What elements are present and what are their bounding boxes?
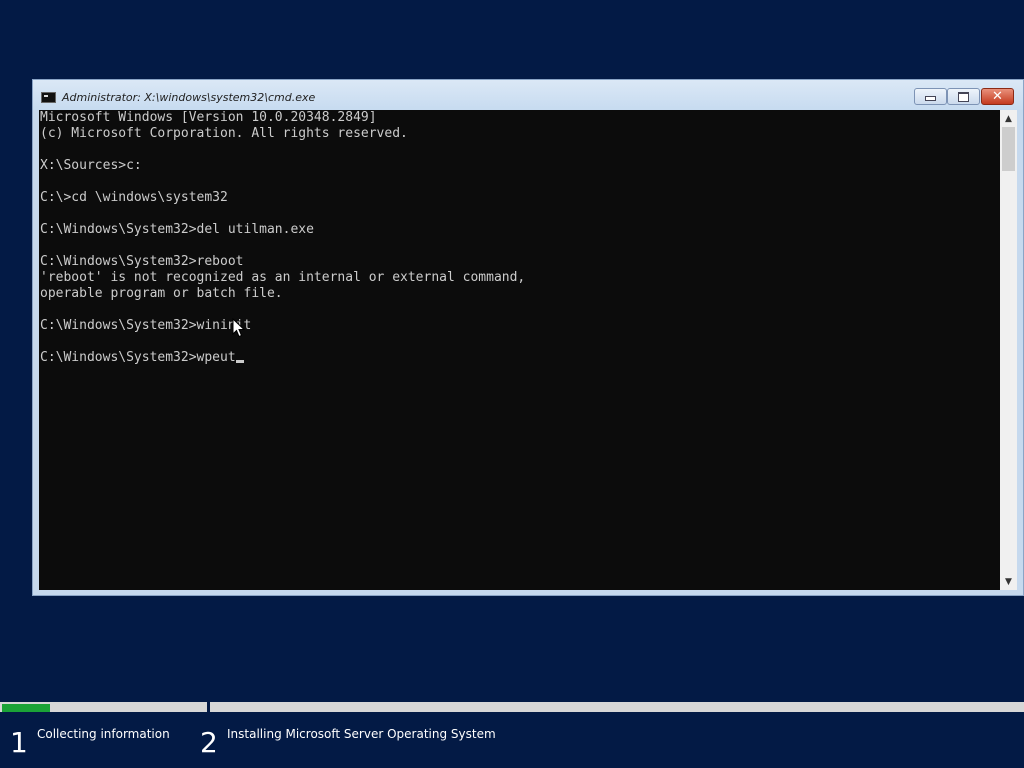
window-title: Administrator: X:\windows\system32\cmd.e… xyxy=(62,91,316,104)
setup-background: Administrator: X:\windows\system32\cmd.e… xyxy=(0,0,1024,768)
scroll-thumb[interactable] xyxy=(1002,127,1015,171)
minimize-icon xyxy=(925,96,936,101)
title-bar[interactable]: Administrator: X:\windows\system32\cmd.e… xyxy=(33,80,1023,110)
current-command[interactable]: C:\Windows\System32>wpeut xyxy=(40,350,236,365)
console-line: C:\Windows\System32>del utilman.exe xyxy=(40,222,314,237)
console-line: C:\Windows\System32>wininit xyxy=(40,318,252,333)
console-lines: Microsoft Windows [Version 10.0.20348.28… xyxy=(40,110,525,366)
step-number: 1 xyxy=(10,726,28,759)
command-input-line[interactable]: C:\Windows\System32>wpeut xyxy=(40,350,525,366)
step-label: Installing Microsoft Server Operating Sy… xyxy=(227,727,496,741)
mouse-pointer-icon xyxy=(232,318,246,338)
console-line: operable program or batch file. xyxy=(40,286,283,301)
console-line: C:\Windows\System32>reboot xyxy=(40,254,244,269)
chevron-up-icon: ▲ xyxy=(1005,113,1012,124)
scroll-up-button[interactable]: ▲ xyxy=(1000,110,1017,127)
console-line: Microsoft Windows [Version 10.0.20348.28… xyxy=(40,110,377,125)
progress-fill xyxy=(2,704,50,712)
console-line: X:\Sources>c: xyxy=(40,158,142,173)
text-caret xyxy=(235,360,244,363)
console-output[interactable]: Microsoft Windows [Version 10.0.20348.28… xyxy=(39,110,1000,590)
close-button[interactable]: ✕ xyxy=(981,88,1014,105)
progress-segment-step-1 xyxy=(0,702,207,712)
step-label: Collecting information xyxy=(37,727,170,741)
setup-progress-bar xyxy=(0,702,1024,712)
step-number: 2 xyxy=(200,726,218,759)
cmd-app-icon[interactable] xyxy=(41,92,56,103)
maximize-button[interactable] xyxy=(947,88,980,105)
console-line: (c) Microsoft Corporation. All rights re… xyxy=(40,126,408,141)
minimize-button[interactable] xyxy=(914,88,947,105)
progress-segment-step-2 xyxy=(210,702,1024,712)
console-line: C:\>cd \windows\system32 xyxy=(40,190,228,205)
maximize-icon xyxy=(958,91,969,102)
chevron-down-icon: ▼ xyxy=(1005,576,1012,587)
vertical-scrollbar[interactable]: ▲ ▼ xyxy=(1000,110,1017,590)
close-icon: ✕ xyxy=(992,89,1003,104)
cmd-window[interactable]: Administrator: X:\windows\system32\cmd.e… xyxy=(32,79,1024,596)
console-line: 'reboot' is not recognized as an interna… xyxy=(40,270,526,285)
scroll-down-button[interactable]: ▼ xyxy=(1000,573,1017,590)
